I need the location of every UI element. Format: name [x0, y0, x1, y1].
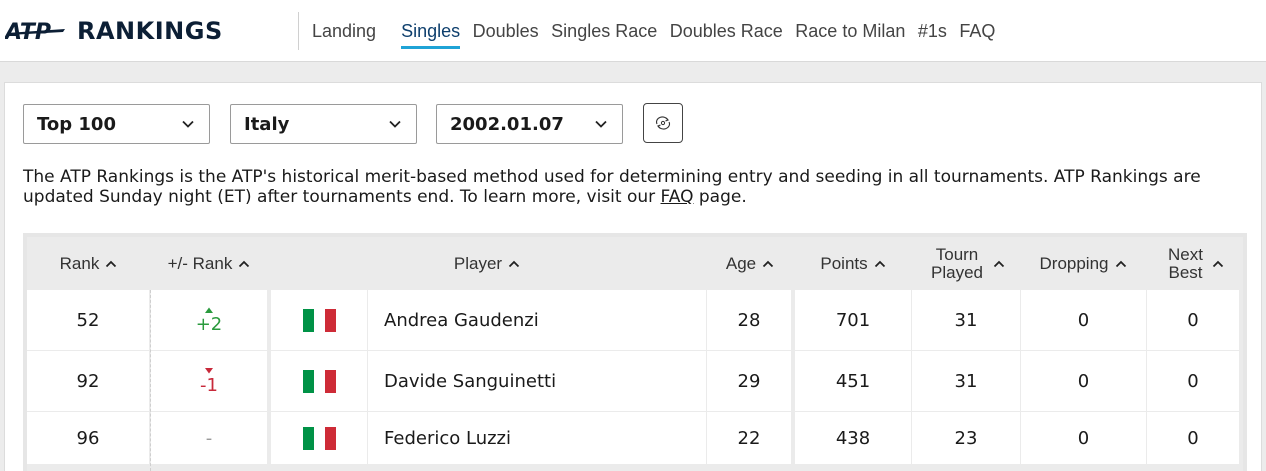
country-select[interactable]: Italy	[230, 104, 417, 144]
nav-doubles-race[interactable]: Doubles Race	[670, 0, 783, 62]
chevron-up-icon	[239, 260, 250, 267]
rank-cell: 92	[27, 351, 149, 411]
next-best-cell: 0	[1147, 412, 1239, 464]
nav-number-ones[interactable]: #1s	[918, 0, 947, 62]
age-cell: 29	[707, 351, 791, 411]
chevron-down-icon	[182, 120, 194, 128]
italy-flag-icon	[302, 369, 336, 393]
rank-change-value: +2	[195, 313, 223, 335]
table-row[interactable]: 52 +2 Andrea Gaudenzi 28 701 31 0 0	[27, 290, 1243, 350]
sort-next-best[interactable]: Next Best	[1146, 237, 1243, 290]
next-best-cell: 0	[1147, 290, 1239, 350]
chevron-up-icon	[1115, 260, 1126, 267]
top-header: ATP RANKINGS Landing Singles Doubles Sin…	[0, 0, 1266, 62]
points-cell: 438	[795, 412, 911, 464]
range-select-value: Top 100	[37, 113, 116, 135]
rank-change-cell: -	[151, 412, 267, 464]
chevron-up-icon	[874, 260, 885, 267]
column-label: Next Best	[1168, 244, 1203, 282]
sort-dropping[interactable]: Dropping	[1020, 237, 1146, 290]
points-cell: 701	[795, 290, 911, 350]
sort-player[interactable]: Player	[268, 237, 706, 290]
chevron-up-icon	[106, 260, 117, 267]
dropping-cell: 0	[1021, 412, 1146, 464]
chevron-up-icon	[508, 260, 520, 267]
tourn-played-cell: 23	[912, 412, 1020, 464]
column-label: Points	[820, 253, 868, 273]
refresh-icon	[655, 116, 671, 130]
dropping-cell: 0	[1021, 351, 1146, 411]
flag-cell	[271, 412, 367, 464]
rank-cell: 52	[27, 290, 149, 350]
sort-points[interactable]: Points	[794, 237, 912, 290]
chevron-down-icon	[595, 120, 607, 128]
nav-faq[interactable]: FAQ	[959, 0, 995, 62]
next-best-cell: 0	[1147, 351, 1239, 411]
sort-rank[interactable]: Rank	[27, 237, 150, 290]
rank-change-cell: -1	[151, 351, 267, 411]
sort-tourn-played[interactable]: Tourn Played	[912, 237, 1020, 290]
column-label: Rank	[59, 253, 100, 273]
chevron-up-icon	[762, 260, 774, 267]
player-name[interactable]: Andrea Gaudenzi	[368, 290, 706, 350]
rankings-nav: Landing Singles Doubles Singles Race Dou…	[312, 0, 1008, 62]
dropping-cell: 0	[1021, 290, 1146, 350]
flag-cell	[271, 351, 367, 411]
table-row[interactable]: 92 -1 Davide Sanguinetti 29 451 31 0 0	[27, 351, 1243, 411]
date-select[interactable]: 2002.01.07	[436, 104, 623, 144]
arrow-up-icon	[205, 307, 213, 313]
column-label: +/- Rank	[167, 253, 233, 273]
points-cell: 451	[795, 351, 911, 411]
rank-cell: 96	[27, 412, 149, 464]
arrow-down-icon	[205, 367, 213, 373]
column-label: Age	[725, 253, 757, 273]
italy-flag-icon	[302, 426, 336, 450]
date-select-value: 2002.01.07	[450, 113, 564, 135]
faq-link[interactable]: FAQ	[661, 187, 694, 207]
column-divider	[150, 290, 151, 471]
player-name[interactable]: Federico Luzzi	[368, 412, 706, 464]
country-select-value: Italy	[244, 113, 290, 135]
description-text-end: page.	[693, 187, 747, 207]
chevron-down-icon	[389, 120, 401, 128]
rankings-table: Rank +/- Rank Player Age Points Tourn Pl…	[23, 233, 1247, 471]
chevron-up-icon	[993, 260, 1005, 267]
rankings-panel: Top 100 Italy 2002.01.07 The ATP Ranking…	[4, 82, 1262, 471]
nav-race-to-milan[interactable]: Race to Milan	[795, 0, 905, 62]
column-label: Player	[453, 253, 503, 273]
rank-change-value: -1	[200, 374, 218, 396]
description-text: The ATP Rankings is the ATP's historical…	[23, 167, 1201, 207]
nav-doubles[interactable]: Doubles	[473, 0, 539, 62]
rank-change-cell: +2	[151, 290, 267, 350]
tourn-played-cell: 31	[912, 351, 1020, 411]
atp-logo-mark: ATP	[5, 20, 65, 42]
sort-age[interactable]: Age	[706, 237, 794, 290]
logo-text: RANKINGS	[77, 17, 223, 45]
player-name[interactable]: Davide Sanguinetti	[368, 351, 706, 411]
header-divider	[298, 12, 299, 50]
age-cell: 28	[707, 290, 791, 350]
atp-rankings-logo[interactable]: ATP RANKINGS	[5, 17, 223, 45]
italy-flag-icon	[302, 308, 336, 332]
range-select[interactable]: Top 100	[23, 104, 210, 144]
nav-singles[interactable]: Singles	[401, 0, 461, 62]
flag-cell	[271, 290, 367, 350]
rankings-description: The ATP Rankings is the ATP's historical…	[23, 167, 1253, 207]
reset-filters-button[interactable]	[643, 103, 683, 143]
nav-landing[interactable]: Landing	[312, 0, 376, 62]
table-row[interactable]: 96 - Federico Luzzi 22 438 23 0 0	[27, 412, 1243, 471]
age-cell: 22	[707, 412, 791, 464]
tourn-played-cell: 31	[912, 290, 1020, 350]
nav-singles-race[interactable]: Singles Race	[551, 0, 657, 62]
table-header: Rank +/- Rank Player Age Points Tourn Pl…	[27, 237, 1243, 290]
column-label: Dropping	[1039, 253, 1109, 273]
chevron-up-icon	[1212, 260, 1223, 267]
column-label: Tourn Played	[931, 244, 983, 282]
sort-rank-change[interactable]: +/- Rank	[150, 237, 268, 290]
